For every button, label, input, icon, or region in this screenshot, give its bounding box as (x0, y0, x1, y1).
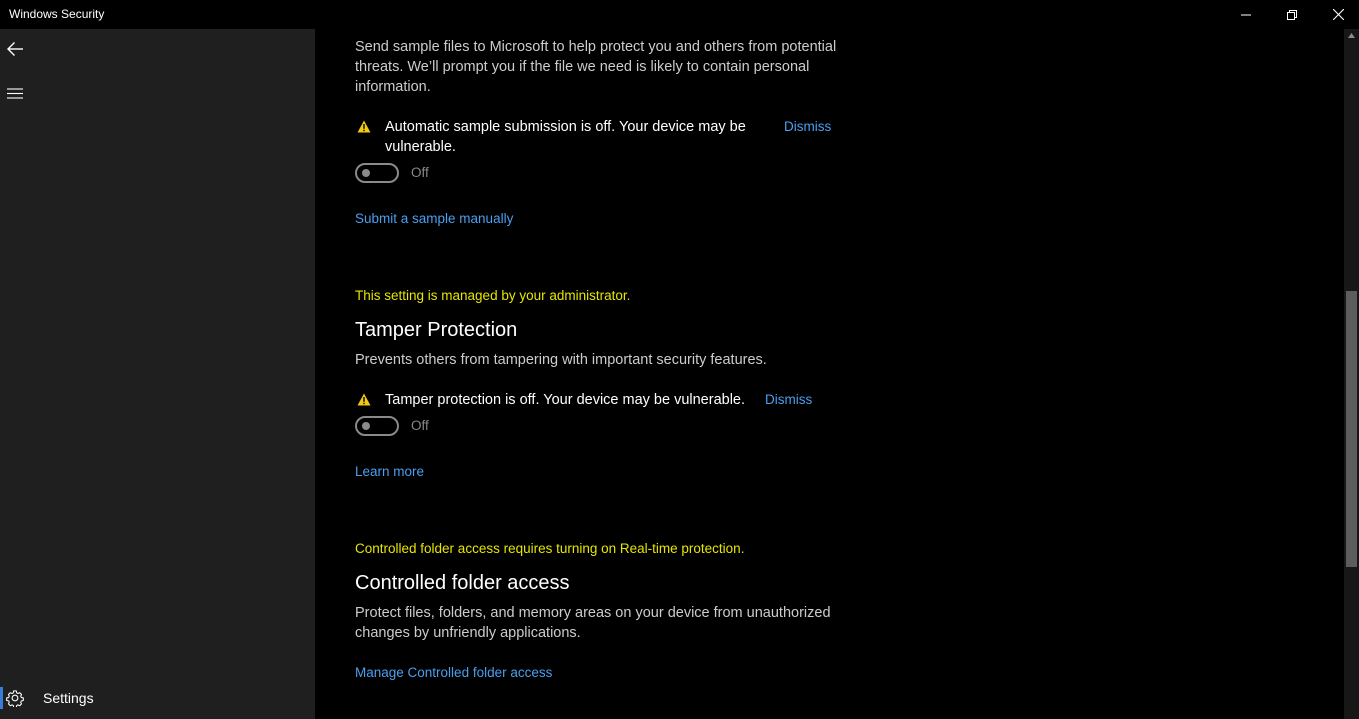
restore-button[interactable] (1269, 0, 1315, 29)
toggle-knob (362, 169, 370, 177)
close-button[interactable] (1315, 0, 1359, 29)
scroll-up-arrow-icon[interactable] (1348, 33, 1355, 38)
scrollbar-thumb[interactable] (1346, 291, 1357, 567)
tamper-admin-note: This setting is managed by your administ… (355, 288, 631, 303)
controlled-folder-access-description: Protect files, folders, and memory areas… (355, 605, 831, 641)
title-bar: Windows Security (0, 0, 1359, 29)
dismiss-tamper-warning-link[interactable]: Dismiss (765, 390, 812, 410)
tamper-protection-title: Tamper Protection (355, 319, 518, 341)
hamburger-menu-button[interactable] (0, 78, 30, 108)
controlled-folder-access-title: Controlled folder access (355, 572, 570, 594)
main-content: Send sample files to Microsoft to help p… (315, 29, 1344, 719)
sample-submission-toggle-row: Off (355, 163, 555, 183)
toggle-state-label: Off (411, 165, 429, 180)
toggle-knob (362, 422, 370, 430)
sidebar-item-settings[interactable]: Settings (0, 681, 315, 715)
warning-icon (357, 120, 371, 133)
sample-submission-toggle[interactable] (355, 163, 399, 183)
minimize-button[interactable] (1223, 0, 1269, 29)
selected-indicator (0, 687, 3, 709)
hamburger-icon (7, 87, 23, 99)
back-button[interactable] (0, 34, 30, 64)
toggle-state-label: Off (411, 418, 429, 433)
close-icon (1332, 9, 1344, 20)
manage-controlled-folder-access-link[interactable]: Manage Controlled folder access (355, 664, 552, 682)
tamper-protection-toggle-row: Off (355, 416, 555, 436)
sample-submission-description: Send sample files to Microsoft to help p… (355, 39, 837, 95)
vertical-scrollbar[interactable] (1344, 29, 1359, 719)
window-title: Windows Security (9, 7, 105, 21)
dismiss-sample-warning-link[interactable]: Dismiss (784, 117, 831, 137)
warning-text: Automatic sample submission is off. Your… (385, 119, 746, 155)
minimize-icon (1241, 14, 1251, 15)
gear-icon (6, 690, 24, 707)
warning-icon (357, 393, 371, 406)
back-arrow-icon (7, 42, 23, 56)
learn-more-link[interactable]: Learn more (355, 463, 424, 481)
controlled-folder-note: Controlled folder access requires turnin… (355, 541, 745, 556)
tamper-protection-description: Prevents others from tampering with impo… (355, 352, 767, 368)
sidebar: Settings (0, 29, 315, 719)
restore-icon (1287, 9, 1297, 20)
warning-text: Tamper protection is off. Your device ma… (385, 392, 746, 408)
tamper-protection-toggle[interactable] (355, 416, 399, 436)
submit-sample-manually-link[interactable]: Submit a sample manually (355, 210, 513, 228)
sidebar-item-label: Settings (43, 690, 94, 706)
